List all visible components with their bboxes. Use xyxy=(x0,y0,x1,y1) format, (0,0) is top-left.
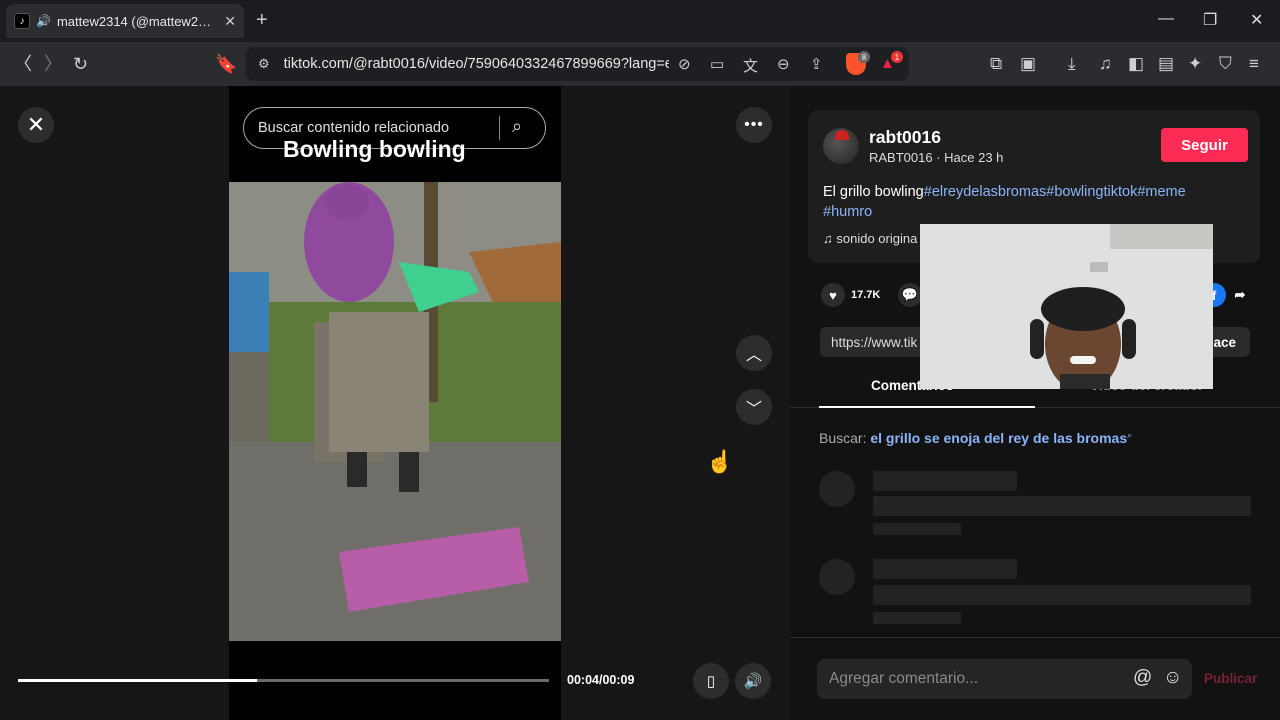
comment-skeleton-line xyxy=(873,612,961,624)
search-suggestion-prefix: Buscar: xyxy=(819,430,867,446)
leo-ai-icon[interactable]: ✦ xyxy=(1188,54,1202,74)
address-bar[interactable]: ⚙ tiktok.com/@rabt0016/video/75906403324… xyxy=(246,47,909,81)
share-arrow-icon[interactable]: ➦ xyxy=(1228,283,1252,307)
description-text: El grillo bowling xyxy=(823,184,924,200)
browser-tab[interactable]: ♪ 🔊 mattew2314 (@mattew2314) ✕ xyxy=(6,4,244,38)
new-tab-icon[interactable]: + xyxy=(256,9,268,32)
avatar[interactable] xyxy=(823,128,859,164)
related-search-placeholder: Buscar contenido relacionado xyxy=(258,120,450,136)
install-app-icon[interactable]: ▭ xyxy=(710,55,724,73)
hashtag[interactable]: #humro xyxy=(823,204,872,220)
cast-off-icon[interactable]: ⊘ xyxy=(678,55,691,73)
video-overlay-title: Bowling bowling xyxy=(283,136,466,162)
restore-icon[interactable]: ❐ xyxy=(1203,10,1217,30)
zoom-out-icon[interactable]: ⊖ xyxy=(777,55,790,73)
like-count: 17.7K xyxy=(851,289,881,301)
tab-bar: ♪ 🔊 mattew2314 (@mattew2314) ✕ + — ❐ ✕ xyxy=(0,0,1280,42)
vpn-icon[interactable]: ⛉ xyxy=(1219,54,1232,74)
pip-button[interactable]: ▯ xyxy=(693,663,729,699)
reader-icon[interactable]: ▣ xyxy=(1020,54,1036,74)
translate-icon[interactable]: 文 xyxy=(743,55,758,76)
share-stat[interactable]: ➦ xyxy=(1228,283,1258,307)
music-icon[interactable]: ♫ xyxy=(1099,54,1112,74)
video-player[interactable] xyxy=(229,182,561,641)
webcam-image xyxy=(920,224,1213,389)
video-time: 00:04/00:09 xyxy=(567,673,635,687)
comment-skeleton-line xyxy=(873,496,1251,516)
url-text[interactable]: tiktok.com/@rabt0016/video/7590640332467… xyxy=(284,56,669,72)
music-note-icon: ♫ xyxy=(823,231,837,246)
comment-input[interactable]: Agregar comentario... @ ☺ xyxy=(817,659,1192,699)
search-suggestion[interactable]: Buscar: el grillo se enoja del rey de la… xyxy=(819,430,1132,446)
search-suggestion-query[interactable]: el grillo se enoja del rey de las bromas xyxy=(870,430,1127,446)
comment-skeleton-line xyxy=(873,585,1251,605)
wallet-icon[interactable]: ▤ xyxy=(1158,54,1174,74)
tiktok-favicon-icon: ♪ xyxy=(14,13,30,29)
bookmark-icon[interactable]: 🔖 xyxy=(215,54,237,74)
comment-placeholder: Agregar comentario... xyxy=(829,670,979,687)
hashtag[interactable]: #bowlingtiktok xyxy=(1046,184,1137,200)
hand-cursor-icon: ☝ xyxy=(706,449,734,474)
small-search-icon: ⌕ xyxy=(1127,430,1133,440)
brave-badge: 8 xyxy=(858,51,870,63)
hashtag[interactable]: #elreydelasbromas xyxy=(924,184,1047,200)
hashtag[interactable]: #meme xyxy=(1137,184,1185,200)
webcam-overlay xyxy=(920,224,1213,389)
volume-button[interactable]: 🔊 xyxy=(735,663,771,699)
back-icon[interactable]: 〈 xyxy=(14,54,32,74)
copy-link-button[interactable]: ace xyxy=(1213,335,1236,350)
next-video-button[interactable]: ﹀ xyxy=(736,389,772,425)
tab-title: mattew2314 (@mattew2314) xyxy=(56,13,219,29)
minimize-icon[interactable]: — xyxy=(1158,10,1174,28)
comment-icon[interactable]: 💬 xyxy=(898,283,922,307)
search-icon[interactable]: ⌕ xyxy=(512,116,522,137)
more-options-button[interactable]: ••• xyxy=(736,107,772,143)
sidebar-icon[interactable]: ◧ xyxy=(1128,54,1144,74)
share-icon[interactable]: ⇪ xyxy=(810,55,823,73)
author-username[interactable]: rabt0016 xyxy=(869,127,941,148)
tab-close-icon[interactable]: ✕ xyxy=(224,13,236,30)
mention-icon[interactable]: @ xyxy=(1133,667,1152,689)
comment-skeleton-line xyxy=(873,523,961,535)
search-divider xyxy=(499,116,500,140)
video-progress-fill xyxy=(18,679,257,682)
active-tab-underline xyxy=(819,406,1035,408)
comment-skeleton-line xyxy=(873,559,1017,579)
author-subline: RABT0016 · Hace 23 h xyxy=(869,150,1004,165)
browser-chrome: ♪ 🔊 mattew2314 (@mattew2314) ✕ + — ❐ ✕ 〈… xyxy=(0,0,1280,86)
heart-icon[interactable]: ♥ xyxy=(821,283,845,307)
download-icon[interactable]: ⤓ xyxy=(1068,54,1076,74)
close-video-button[interactable]: ✕ xyxy=(18,107,54,143)
site-settings-icon[interactable]: ⚙ xyxy=(258,56,270,72)
video-link-url: https://www.tik xyxy=(831,334,918,350)
follow-button[interactable]: Seguir xyxy=(1161,128,1248,162)
forward-icon[interactable]: 〉 xyxy=(44,54,62,74)
previous-video-button[interactable]: ︿ xyxy=(736,335,772,371)
like-stat[interactable]: ♥ 17.7K xyxy=(821,283,880,307)
comment-skeleton-line xyxy=(873,471,1017,491)
extensions-icon[interactable]: ⧉ xyxy=(990,54,1002,74)
speaker-icon[interactable]: 🔊 xyxy=(36,14,51,28)
menu-icon[interactable]: ≡ xyxy=(1249,54,1259,74)
video-progress-bar[interactable] xyxy=(18,679,549,682)
emoji-icon[interactable]: ☺ xyxy=(1163,667,1182,689)
nav-bar: 〈 〉 ↻ 🔖 ⚙ tiktok.com/@rabt0016/video/759… xyxy=(0,42,1280,86)
video-description: El grillo bowling#elreydelasbromas#bowli… xyxy=(823,182,1243,222)
rewards-badge: 1 xyxy=(891,51,903,63)
comment-skeleton-avatar xyxy=(819,559,855,595)
sound-name: sonido origina xyxy=(836,231,918,246)
video-frame-image xyxy=(229,182,561,641)
publish-button[interactable]: Publicar xyxy=(1204,671,1257,686)
comment-skeleton-avatar xyxy=(819,471,855,507)
sound-link[interactable]: ♫ sonido origina xyxy=(823,231,917,246)
reload-icon[interactable]: ↻ xyxy=(73,54,88,74)
window-close-icon[interactable]: ✕ xyxy=(1250,10,1263,30)
